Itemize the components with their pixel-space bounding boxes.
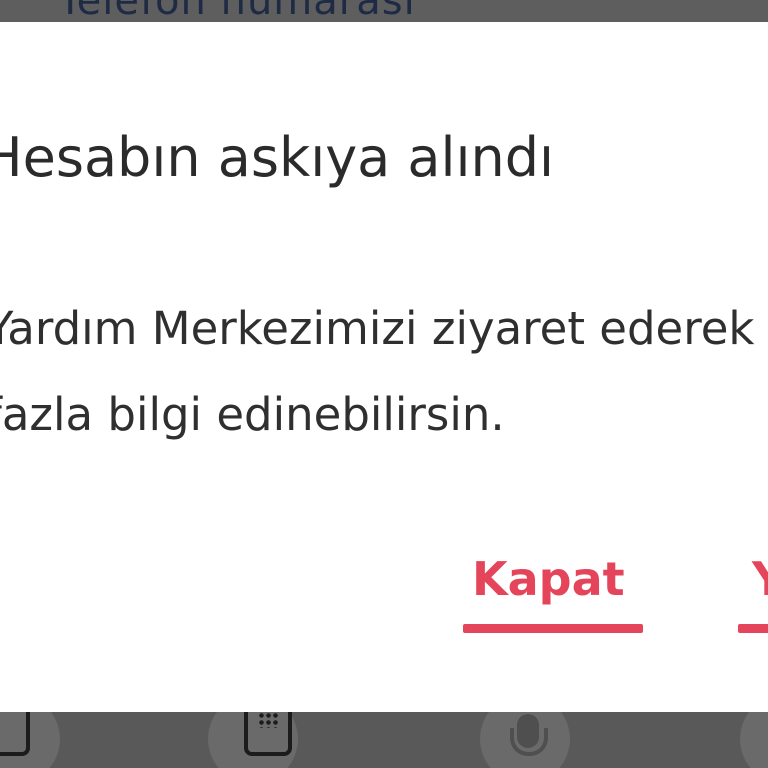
help-button[interactable]: Yardım	[752, 548, 768, 610]
keypad-dots	[258, 712, 280, 728]
dialog-title: Hesabın askıya alındı	[0, 126, 555, 189]
keyboard-key-right[interactable]	[740, 712, 768, 768]
dialog-body-line-1: Yardım Merkezimizi ziyaret ederek daha	[0, 302, 768, 355]
dialog-body: Yardım Merkezimizi ziyaret ederek daha f…	[0, 286, 768, 458]
background-phone-field: Telefon numarası	[0, 0, 768, 22]
phone-number-field-label: Telefon numarası	[58, 0, 416, 22]
close-button-underline	[463, 624, 643, 633]
help-button-underline	[738, 624, 768, 633]
keyboard-toolbar	[0, 712, 768, 768]
frame-icon	[0, 712, 30, 756]
close-button[interactable]: Kapat	[472, 548, 625, 610]
keypad-icon	[244, 712, 292, 756]
screen: Telefon numarası Hesabın askıya alındı Y…	[0, 0, 768, 768]
account-suspended-dialog: Hesabın askıya alındı Yardım Merkezimizi…	[0, 22, 768, 712]
dialog-body-line-2: fazla bilgi edinebilirsin.	[0, 388, 505, 441]
